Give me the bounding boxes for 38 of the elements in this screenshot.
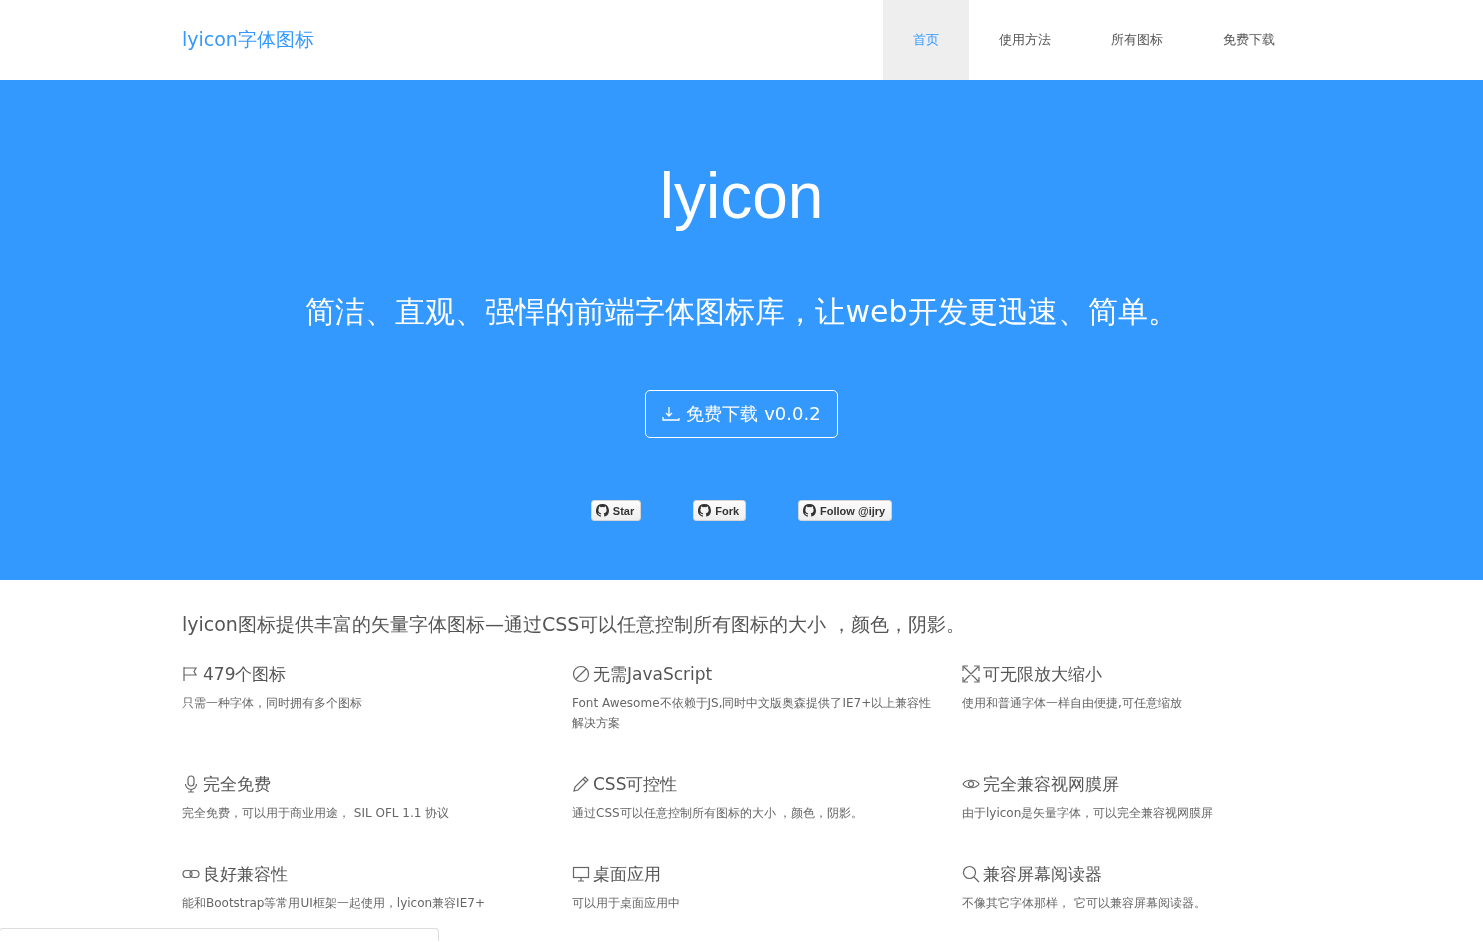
feature-description: 只需一种字体，同时拥有多个图标	[182, 695, 363, 712]
feature-description: Font Awesome不依赖于JS,同时中文版奥森提供了IE7+以上兼容性解决方案	[572, 695, 933, 732]
forbidden-icon	[572, 665, 590, 683]
feature-description: 能和Bootstrap等常用UI框架一起使用，lyicon兼容IE7+	[182, 895, 486, 912]
feature-description: 不像其它字体那样， 它可以兼容屏幕阅读器。	[962, 895, 1207, 912]
feature-title: 完全免费	[203, 772, 271, 796]
hero-subtitle: 简洁、直观、强悍的前端字体图标库，让web开发更迅速、简单。	[305, 293, 1178, 331]
github-button[interactable]: Fork	[693, 500, 747, 521]
feature-description: 可以用于桌面应用中	[572, 895, 681, 912]
github-icon	[698, 504, 712, 517]
feature-title: 桌面应用	[593, 862, 661, 886]
feature-description: 由于lyicon是矢量字体，可以完全兼容视网膜屏	[962, 805, 1215, 822]
feature-title: 兼容屏幕阅读器	[983, 862, 1102, 886]
pencil-icon	[572, 775, 590, 793]
feature-title: 可无限放大缩小	[983, 662, 1102, 686]
download-icon	[662, 406, 681, 422]
nav-tab[interactable]: 使用方法	[969, 0, 1081, 80]
nav-tab[interactable]: 所有图标	[1081, 0, 1193, 80]
hero-title: lyicon	[659, 159, 824, 234]
feature-title: 良好兼容性	[203, 862, 288, 886]
feature-description: 通过CSS可以任意控制所有图标的大小 ，颜色，阴影。	[572, 805, 865, 822]
flag-icon	[182, 665, 200, 683]
github-icon	[803, 504, 817, 517]
feature-description: 完全免费，可以用于商业用途， SIL OFL 1.1 协议	[182, 805, 451, 822]
github-button[interactable]: Follow @ijry	[798, 500, 893, 521]
feature-title: 无需JavaScript	[593, 662, 713, 686]
feature-title: 479个图标	[203, 662, 287, 686]
feature-title: 完全兼容视网膜屏	[983, 772, 1119, 796]
github-button[interactable]: Star	[590, 500, 642, 521]
microphone-icon	[182, 775, 200, 793]
github-icon	[595, 504, 609, 517]
feature-description: 使用和普通字体一样自由便捷,可任意缩放	[962, 695, 1183, 712]
feature-title: CSS可控性	[593, 772, 678, 796]
search-icon	[962, 865, 980, 883]
expand-icon	[962, 665, 980, 683]
monitor-icon	[572, 865, 590, 883]
intro-text: lyicon图标提供丰富的矢量字体图标—通过CSS可以任意控制所有图标的大小 ，颜色，阴影。	[182, 612, 967, 637]
nav-tab[interactable]: 免费下载	[1193, 0, 1305, 80]
